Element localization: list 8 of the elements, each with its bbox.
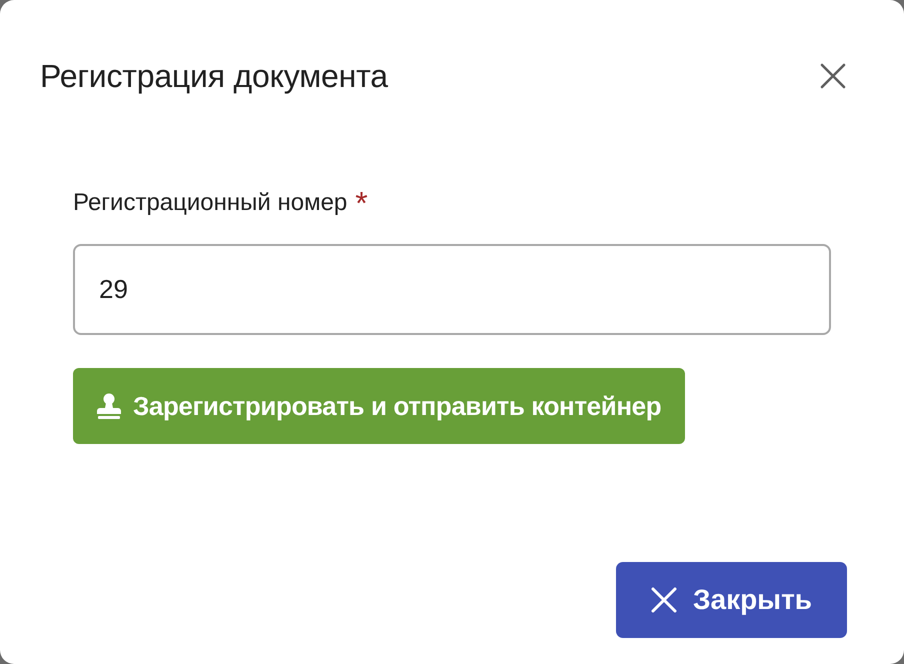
field-label: Регистрационный номер [73,188,348,218]
dialog-title: Регистрация документа [40,58,388,94]
stamp-icon [97,393,121,419]
required-mark: * [355,188,368,218]
close-button[interactable]: Закрыть [616,562,847,638]
close-icon[interactable] [818,61,848,91]
close-icon [650,587,677,613]
input-field[interactable]: 29 [73,244,831,335]
